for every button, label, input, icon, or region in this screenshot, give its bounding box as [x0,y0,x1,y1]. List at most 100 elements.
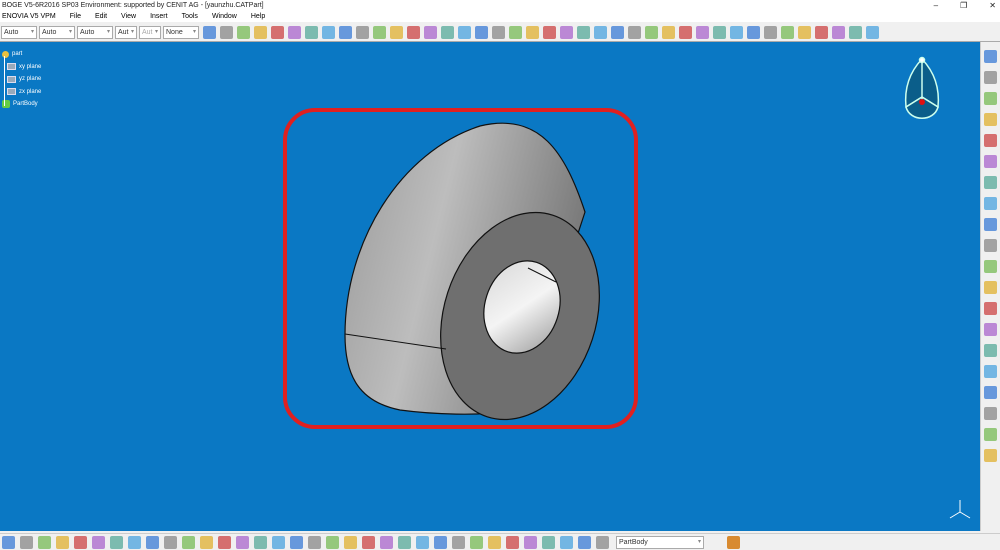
toolbar-tool-icon[interactable] [373,26,386,39]
toolbar-tool-icon[interactable] [984,197,997,210]
layer-combo[interactable]: None ▾ [163,26,199,39]
toolbar-tool-icon[interactable] [509,26,522,39]
toolbar-tool-icon[interactable] [849,26,862,39]
toolbar-tool-icon[interactable] [344,535,357,549]
toolbar-tool-icon[interactable] [146,535,159,549]
toolbar-tool-icon[interactable] [254,26,267,39]
toolbar-tool-icon[interactable] [398,535,411,549]
toolbar-tool-icon[interactable] [984,365,997,378]
toolbar-tool-icon[interactable] [984,113,997,126]
toolbar-tool-icon[interactable] [203,26,216,39]
toolbar-tool-icon[interactable] [237,26,250,39]
toolbar-tool-icon[interactable] [984,428,997,441]
toolbar-tool-icon[interactable] [200,535,213,549]
toolbar-tool-icon[interactable] [984,302,997,315]
toolbar-tool-icon[interactable] [526,26,539,39]
toolbar-tool-icon[interactable] [326,535,339,549]
toolbar-tool-icon[interactable] [218,535,231,549]
toolbar-tool-icon[interactable] [984,134,997,147]
toolbar-tool-icon[interactable] [424,26,437,39]
part-model[interactable] [344,122,625,440]
toolbar-tool-icon[interactable] [128,535,141,549]
toolbar-tool-icon[interactable] [764,26,777,39]
menu-view[interactable]: View [121,11,136,22]
tool-icon[interactable] [727,535,740,549]
linetype-combo[interactable]: Auto ▾ [77,26,113,39]
toolbar-tool-icon[interactable] [596,535,609,549]
toolbar-tool-icon[interactable] [470,535,483,549]
toolbar-tool-icon[interactable] [164,535,177,549]
lineweight-combo[interactable]: Aut ▾ [115,26,137,39]
toolbar-tool-icon[interactable] [492,26,505,39]
menu-insert[interactable]: Insert [150,11,168,22]
toolbar-tool-icon[interactable] [747,26,760,39]
toolbar-tool-icon[interactable] [441,26,454,39]
compass-icon[interactable] [904,56,940,119]
toolbar-tool-icon[interactable] [220,26,233,39]
toolbar-tool-icon[interactable] [236,535,249,549]
toolbar-tool-icon[interactable] [2,535,15,549]
body-select[interactable]: PartBody ▾ [616,535,704,549]
toolbar-tool-icon[interactable] [407,26,420,39]
toolbar-tool-icon[interactable] [662,26,675,39]
toolbar-tool-icon[interactable] [560,535,573,549]
toolbar-tool-icon[interactable] [984,260,997,273]
toolbar-tool-icon[interactable] [984,50,997,63]
toolbar-tool-icon[interactable] [578,535,591,549]
toolbar-tool-icon[interactable] [798,26,811,39]
toolbar-tool-icon[interactable] [984,449,997,462]
toolbar-tool-icon[interactable] [288,26,301,39]
toolbar-tool-icon[interactable] [696,26,709,39]
toolbar-tool-icon[interactable] [524,535,537,549]
toolbar-tool-icon[interactable] [356,26,369,39]
toolbar-tool-icon[interactable] [322,26,335,39]
menu-file[interactable]: File [70,11,81,22]
toolbar-tool-icon[interactable] [984,155,997,168]
menu-tools[interactable]: Tools [182,11,198,22]
toolbar-tool-icon[interactable] [542,535,555,549]
toolbar-tool-icon[interactable] [628,26,641,39]
toolbar-tool-icon[interactable] [984,407,997,420]
toolbar-tool-icon[interactable] [362,535,375,549]
toolbar-tool-icon[interactable] [254,535,267,549]
toolbar-tool-icon[interactable] [984,344,997,357]
toolbar-tool-icon[interactable] [305,26,318,39]
toolbar-tool-icon[interactable] [56,535,69,549]
menu-window[interactable]: Window [212,11,237,22]
toolbar-tool-icon[interactable] [984,92,997,105]
toolbar-tool-icon[interactable] [984,386,997,399]
toolbar-tool-icon[interactable] [271,26,284,39]
toolbar-tool-icon[interactable] [984,281,997,294]
toolbar-tool-icon[interactable] [984,176,997,189]
3d-viewport[interactable]: part xy plane yz plane zx plane PartBody [0,42,980,531]
toolbar-tool-icon[interactable] [38,535,51,549]
point-combo[interactable]: Aut ▾ [139,26,161,39]
menu-edit[interactable]: Edit [95,11,107,22]
toolbar-tool-icon[interactable] [339,26,352,39]
close-button[interactable]: ✕ [989,0,996,11]
toolbar-tool-icon[interactable] [594,26,607,39]
toolbar-tool-icon[interactable] [92,535,105,549]
toolbar-tool-icon[interactable] [832,26,845,39]
color-combo[interactable]: Auto ▾ [1,26,37,39]
toolbar-tool-icon[interactable] [611,26,624,39]
toolbar-tool-icon[interactable] [458,26,471,39]
toolbar-tool-icon[interactable] [560,26,573,39]
menu-enovia[interactable]: ENOVIA V5 VPM [2,11,56,22]
toolbar-tool-icon[interactable] [452,535,465,549]
minimize-button[interactable]: – [934,0,938,11]
toolbar-tool-icon[interactable] [984,323,997,336]
toolbar-tool-icon[interactable] [984,239,997,252]
toolbar-tool-icon[interactable] [308,535,321,549]
toolbar-tool-icon[interactable] [475,26,488,39]
toolbar-tool-icon[interactable] [577,26,590,39]
toolbar-tool-icon[interactable] [110,535,123,549]
toolbar-tool-icon[interactable] [781,26,794,39]
toolbar-tool-icon[interactable] [434,535,447,549]
toolbar-tool-icon[interactable] [984,71,997,84]
menu-help[interactable]: Help [251,11,265,22]
toolbar-tool-icon[interactable] [815,26,828,39]
toolbar-tool-icon[interactable] [380,535,393,549]
toolbar-tool-icon[interactable] [182,535,195,549]
toolbar-tool-icon[interactable] [866,26,879,39]
